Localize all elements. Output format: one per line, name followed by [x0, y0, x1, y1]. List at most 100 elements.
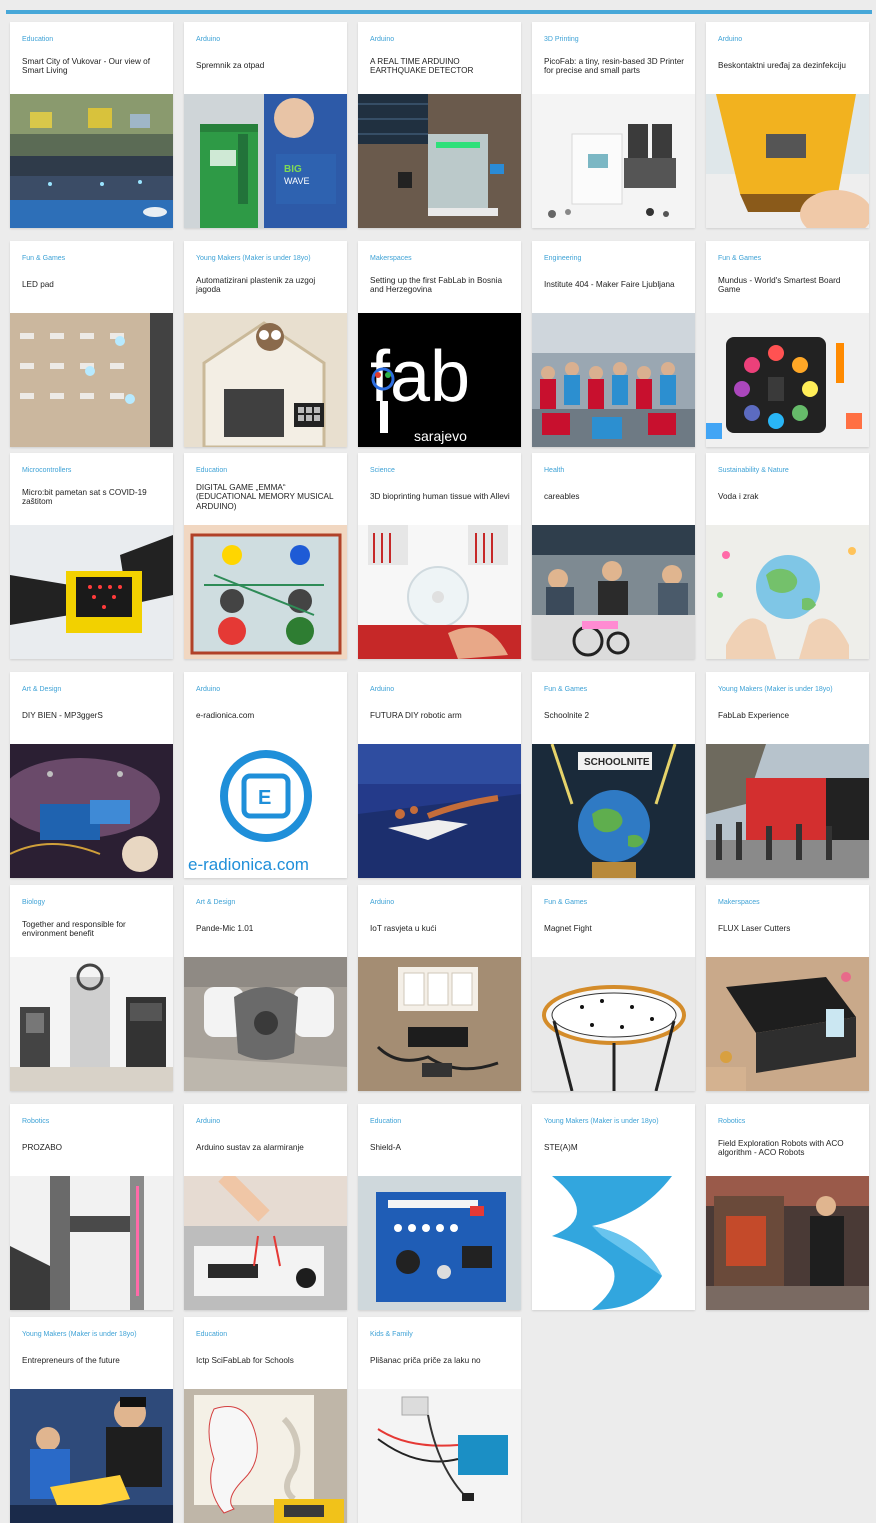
project-thumbnail[interactable] — [10, 1389, 173, 1523]
project-thumbnail[interactable] — [706, 94, 869, 228]
project-title[interactable]: Arduino sustav za alarmiranje — [196, 1143, 304, 1153]
project-title[interactable]: PicoFab: a tiny, resin-based 3D Printer … — [544, 57, 685, 76]
project-title[interactable]: PROZABO — [22, 1143, 62, 1153]
project-thumbnail[interactable] — [358, 1389, 521, 1523]
project-thumbnail[interactable]: Ee-radionica.com — [184, 744, 347, 878]
project-thumbnail[interactable] — [184, 525, 347, 659]
project-thumbnail[interactable] — [532, 94, 695, 228]
category-link[interactable]: Fun & Games — [718, 254, 857, 263]
project-title[interactable]: Voda i zrak — [718, 492, 759, 502]
project-card[interactable]: Health careables — [532, 453, 695, 659]
project-card[interactable]: Education Ictp SciFabLab for Schools — [184, 1317, 347, 1523]
project-title[interactable]: Smart City of Vukovar - Our view of Smar… — [22, 57, 163, 76]
category-link[interactable]: Education — [196, 1330, 335, 1339]
project-thumbnail[interactable]: fab sarajevo — [358, 313, 521, 447]
project-title[interactable]: Institute 404 - Maker Faire Ljubljana — [544, 280, 675, 290]
project-title[interactable]: 3D bioprinting human tissue with Allevi — [370, 492, 510, 502]
project-card[interactable]: Young Makers (Maker is under 18yo) Entrep… — [10, 1317, 173, 1523]
project-title[interactable]: careables — [544, 492, 580, 502]
project-title[interactable]: Together and responsible for environment… — [22, 920, 163, 939]
category-link[interactable]: Makerspaces — [370, 254, 509, 263]
project-title[interactable]: IoT rasvjeta u kući — [370, 924, 436, 934]
project-thumbnail[interactable] — [532, 1176, 695, 1310]
project-card[interactable]: Arduino Beskontaktni uređaj za dezinfekci… — [706, 22, 869, 228]
project-card[interactable]: Robotics Field Exploration Robots with AC… — [706, 1104, 869, 1310]
project-title[interactable]: DIY BIEN - MP3ggerS — [22, 711, 103, 721]
project-title[interactable]: Pande-Mic 1.01 — [196, 924, 253, 934]
project-thumbnail[interactable] — [358, 957, 521, 1091]
category-link[interactable]: Arduino — [370, 685, 509, 694]
category-link[interactable]: Arduino — [196, 35, 335, 44]
project-card[interactable]: Art & Design Pande-Mic 1.01 — [184, 885, 347, 1091]
category-link[interactable]: Fun & Games — [544, 685, 683, 694]
project-card[interactable]: Fun & Games LED pad — [10, 241, 173, 447]
category-link[interactable]: Makerspaces — [718, 898, 857, 907]
project-card[interactable]: Arduino FUTURA DIY robotic arm — [358, 672, 521, 878]
category-link[interactable]: Sustainability & Nature — [718, 466, 857, 475]
project-thumbnail[interactable] — [10, 525, 173, 659]
project-card[interactable]: Arduino Arduino sustav za alarmiranje — [184, 1104, 347, 1310]
category-link[interactable]: Arduino — [370, 898, 509, 907]
project-title[interactable]: Setting up the first FabLab in Bosnia an… — [370, 276, 511, 295]
project-card[interactable]: Arduino A REAL TIME ARDUINO EARTHQUAKE DE… — [358, 22, 521, 228]
project-title[interactable]: Automatizirani plastenik za uzgoj jagoda — [196, 276, 337, 295]
project-card[interactable]: Young Makers (Maker is under 18yo) STE(A)… — [532, 1104, 695, 1310]
project-title[interactable]: Micro:bit pametan sat s COVID-19 zaštito… — [22, 488, 163, 507]
project-thumbnail[interactable] — [358, 525, 521, 659]
category-link[interactable]: Engineering — [544, 254, 683, 263]
project-card[interactable]: Robotics PROZABO — [10, 1104, 173, 1310]
project-title[interactable]: Entrepreneurs of the future — [22, 1356, 120, 1366]
project-card[interactable]: Arduino IoT rasvjeta u kući — [358, 885, 521, 1091]
project-thumbnail[interactable] — [10, 94, 173, 228]
category-link[interactable]: Education — [22, 35, 161, 44]
project-thumbnail[interactable] — [10, 1176, 173, 1310]
category-link[interactable]: Young Makers (Maker is under 18yo) — [718, 685, 857, 694]
category-link[interactable]: Arduino — [370, 35, 509, 44]
category-link[interactable]: Robotics — [718, 1117, 857, 1126]
project-thumbnail[interactable] — [184, 1389, 347, 1523]
category-link[interactable]: Fun & Games — [544, 898, 683, 907]
project-thumbnail[interactable]: SCHOOLNITE — [532, 744, 695, 878]
category-link[interactable]: Biology — [22, 898, 161, 907]
project-title[interactable]: e-radionica.com — [196, 711, 254, 721]
project-card[interactable]: Science 3D bioprinting human tissue with … — [358, 453, 521, 659]
project-title[interactable]: LED pad — [22, 280, 54, 290]
project-title[interactable]: FUTURA DIY robotic arm — [370, 711, 462, 721]
project-card[interactable]: Sustainability & Nature Voda i zrak — [706, 453, 869, 659]
category-link[interactable]: Education — [196, 466, 335, 475]
project-title[interactable]: Magnet Fight — [544, 924, 592, 934]
project-card[interactable]: Fun & Games Magnet Fight — [532, 885, 695, 1091]
project-title[interactable]: Mundus - World's Smartest Board Game — [718, 276, 859, 295]
project-thumbnail[interactable] — [184, 313, 347, 447]
project-card[interactable]: Art & Design DIY BIEN - MP3ggerS — [10, 672, 173, 878]
project-card[interactable]: Fun & Games Schoolnite 2 SCHOOLNITE — [532, 672, 695, 878]
category-link[interactable]: Young Makers (Maker is under 18yo) — [196, 254, 335, 263]
project-title[interactable]: A REAL TIME ARDUINO EARTHQUAKE DETECTOR — [370, 57, 511, 76]
project-thumbnail[interactable] — [532, 957, 695, 1091]
category-link[interactable]: Arduino — [196, 1117, 335, 1126]
project-title[interactable]: Field Exploration Robots with ACO algori… — [718, 1139, 859, 1158]
project-thumbnail[interactable] — [358, 1176, 521, 1310]
category-link[interactable]: Fun & Games — [22, 254, 161, 263]
project-card[interactable]: Arduino Spremnik za otpad BIG WAVE — [184, 22, 347, 228]
project-thumbnail[interactable] — [706, 313, 869, 447]
project-title[interactable]: DIGITAL GAME „EMMA“ (EDUCATIONAL MEMORY … — [196, 483, 337, 512]
project-title[interactable]: Ictp SciFabLab for Schools — [196, 1356, 294, 1366]
project-card[interactable]: Kids & Family Plišanac priča priče za lak… — [358, 1317, 521, 1523]
project-card[interactable]: Education Smart City of Vukovar - Our vie… — [10, 22, 173, 228]
project-card[interactable]: Education DIGITAL GAME „EMMA“ (EDUCATIONA… — [184, 453, 347, 659]
category-link[interactable]: Science — [370, 466, 509, 475]
project-card[interactable]: Arduino e-radionica.com Ee-radionica.com — [184, 672, 347, 878]
category-link[interactable]: Art & Design — [22, 685, 161, 694]
project-thumbnail[interactable] — [706, 525, 869, 659]
project-card[interactable]: Young Makers (Maker is under 18yo) FabLab… — [706, 672, 869, 878]
category-link[interactable]: Arduino — [196, 685, 335, 694]
project-card[interactable]: Microcontrollers Micro:bit pametan sat s … — [10, 453, 173, 659]
project-thumbnail[interactable] — [10, 313, 173, 447]
project-card[interactable]: Fun & Games Mundus - World's Smartest Boa… — [706, 241, 869, 447]
project-title[interactable]: Schoolnite 2 — [544, 711, 589, 721]
project-thumbnail[interactable] — [358, 744, 521, 878]
project-thumbnail[interactable] — [706, 1176, 869, 1310]
category-link[interactable]: Art & Design — [196, 898, 335, 907]
project-thumbnail[interactable] — [532, 313, 695, 447]
